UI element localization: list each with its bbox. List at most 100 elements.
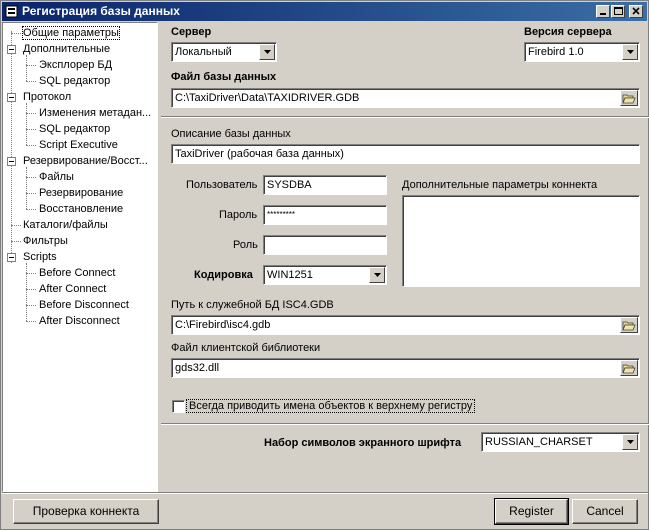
title-bar[interactable]: Регистрация базы данных <box>2 2 647 21</box>
chevron-down-icon <box>263 50 271 54</box>
tree-item-sql-editor[interactable]: SQL редактор <box>39 74 110 89</box>
tree-item-additional[interactable]: Дополнительные <box>23 42 110 57</box>
tree-item-label: Файлы <box>39 171 74 183</box>
tree-connector <box>26 305 36 306</box>
user-label: Пользователь <box>186 179 258 191</box>
collapse-icon[interactable] <box>7 157 16 166</box>
description-label: Описание базы данных <box>171 128 291 140</box>
tree-item-label: SQL редактор <box>39 75 111 87</box>
register-button[interactable]: Register <box>494 498 569 525</box>
tree-connector <box>26 129 36 130</box>
tree-item-after-connect[interactable]: After Connect <box>39 282 106 297</box>
collapse-icon[interactable] <box>7 253 16 262</box>
role-label: Роль <box>233 239 258 251</box>
password-input[interactable]: ********* <box>263 205 387 225</box>
tree-item-db-explorer[interactable]: Эксплорер БД <box>39 58 112 73</box>
isc4-path-label: Путь к служебной БД ISC4.GDB <box>171 299 334 311</box>
tree-connector <box>26 209 36 210</box>
tree-connector <box>11 225 21 226</box>
minimize-icon <box>600 13 606 15</box>
tree-connector <box>11 241 21 242</box>
isc4-path-value: C:\Firebird\isc4.gdb <box>175 319 271 331</box>
cancel-button[interactable]: Cancel <box>572 499 638 524</box>
charset-label: Кодировка <box>194 269 253 281</box>
maximize-button[interactable] <box>611 5 625 18</box>
tree-item-label: Дополнительные <box>23 43 111 55</box>
screen-font-charset-label: Набор символов экранного шрифта <box>264 437 462 449</box>
server-version-select[interactable]: Firebird 1.0 <box>524 42 640 62</box>
folder-open-icon <box>622 321 636 331</box>
dropdown-arrow-button[interactable] <box>622 434 638 450</box>
tree-item-before-disconnect[interactable]: Before Disconnect <box>39 298 129 313</box>
tree-connector <box>11 31 12 263</box>
tree-item-general[interactable]: Общие параметры <box>22 26 120 41</box>
tree-item-label: Scripts <box>23 251 57 263</box>
chevron-down-icon <box>626 50 634 54</box>
description-value: TaxiDriver (рабочая база данных) <box>175 148 344 160</box>
client-lib-input[interactable]: gds32.dll <box>171 358 640 378</box>
test-connection-button[interactable]: Проверка коннекта <box>13 499 159 524</box>
server-select[interactable]: Локальный <box>171 42 277 62</box>
charset-value: WIN1251 <box>267 269 313 281</box>
db-file-browse-button[interactable] <box>620 90 638 106</box>
maximize-icon <box>613 7 623 15</box>
extra-params-textarea[interactable] <box>402 195 640 287</box>
tree-item-label: Каталоги/файлы <box>23 219 108 231</box>
charset-select[interactable]: WIN1251 <box>263 265 387 285</box>
chevron-down-icon <box>373 273 381 277</box>
tree-item-backup-restore[interactable]: Резервирование/Восст... <box>23 154 148 169</box>
tree-connector <box>26 65 36 66</box>
password-label: Пароль <box>219 209 258 221</box>
tree-item-scripts[interactable]: Scripts <box>23 250 57 265</box>
tree-connector <box>26 113 36 114</box>
separator <box>161 116 649 118</box>
tree-connector <box>26 177 36 178</box>
server-version-label: Версия сервера <box>524 26 612 38</box>
screen-font-charset-select[interactable]: RUSSIAN_CHARSET <box>481 432 640 452</box>
uppercase-checkbox-label[interactable]: Всегда приводить имена объектов к верхне… <box>185 399 476 413</box>
tree-item-directories[interactable]: Каталоги/файлы <box>23 218 108 233</box>
server-version-value: Firebird 1.0 <box>528 46 584 58</box>
folder-open-icon <box>622 94 636 104</box>
dropdown-arrow-button[interactable] <box>259 44 275 60</box>
tree-connector <box>26 263 27 321</box>
database-icon <box>5 5 18 18</box>
tree-item-label: Script Executive <box>39 139 118 151</box>
client-lib-browse-button[interactable] <box>620 360 638 376</box>
minimize-button[interactable] <box>596 5 610 18</box>
chevron-down-icon <box>626 440 634 444</box>
tree-connector <box>26 289 36 290</box>
server-value: Локальный <box>175 46 232 58</box>
tree-item-label: Протокол <box>23 91 72 103</box>
user-input[interactable]: SYSDBA <box>263 175 387 195</box>
tree-item-protocol-sql-editor[interactable]: SQL редактор <box>39 122 110 137</box>
tree-item-files[interactable]: Файлы <box>39 170 74 185</box>
collapse-icon[interactable] <box>7 45 16 54</box>
tree-item-restore[interactable]: Восстановление <box>39 202 123 217</box>
tree-item-filters[interactable]: Фильтры <box>23 234 68 249</box>
tree-item-metadata-changes[interactable]: Изменения метадан... <box>39 106 151 121</box>
folder-open-icon <box>622 364 636 374</box>
tree-item-label: After Connect <box>39 283 107 295</box>
description-input[interactable]: TaxiDriver (рабочая база данных) <box>171 144 640 164</box>
tree-item-script-executive[interactable]: Script Executive <box>39 138 118 153</box>
tree-connector <box>26 55 27 81</box>
isc4-path-browse-button[interactable] <box>620 317 638 333</box>
uppercase-checkbox[interactable] <box>172 400 185 413</box>
tree-item-protocol[interactable]: Протокол <box>23 90 71 105</box>
isc4-path-input[interactable]: C:\Firebird\isc4.gdb <box>171 315 640 335</box>
dropdown-arrow-button[interactable] <box>622 44 638 60</box>
tree-item-before-connect[interactable]: Before Connect <box>39 266 115 281</box>
tree-item-label: Before Disconnect <box>39 299 129 311</box>
server-label: Сервер <box>171 26 212 38</box>
tree-item-label: Восстановление <box>39 203 124 215</box>
close-button[interactable] <box>629 5 643 18</box>
tree-item-backup[interactable]: Резервирование <box>39 186 123 201</box>
dropdown-arrow-button[interactable] <box>369 267 385 283</box>
db-file-input[interactable]: C:\TaxiDriver\Data\TAXIDRIVER.GDB <box>171 88 640 108</box>
tree-item-after-disconnect[interactable]: After Disconnect <box>39 314 120 329</box>
role-input[interactable] <box>263 235 387 255</box>
tree-connector <box>26 193 36 194</box>
collapse-icon[interactable] <box>7 93 16 102</box>
settings-tree[interactable]: Общие параметры Дополнительные Эксплорер… <box>2 22 158 492</box>
